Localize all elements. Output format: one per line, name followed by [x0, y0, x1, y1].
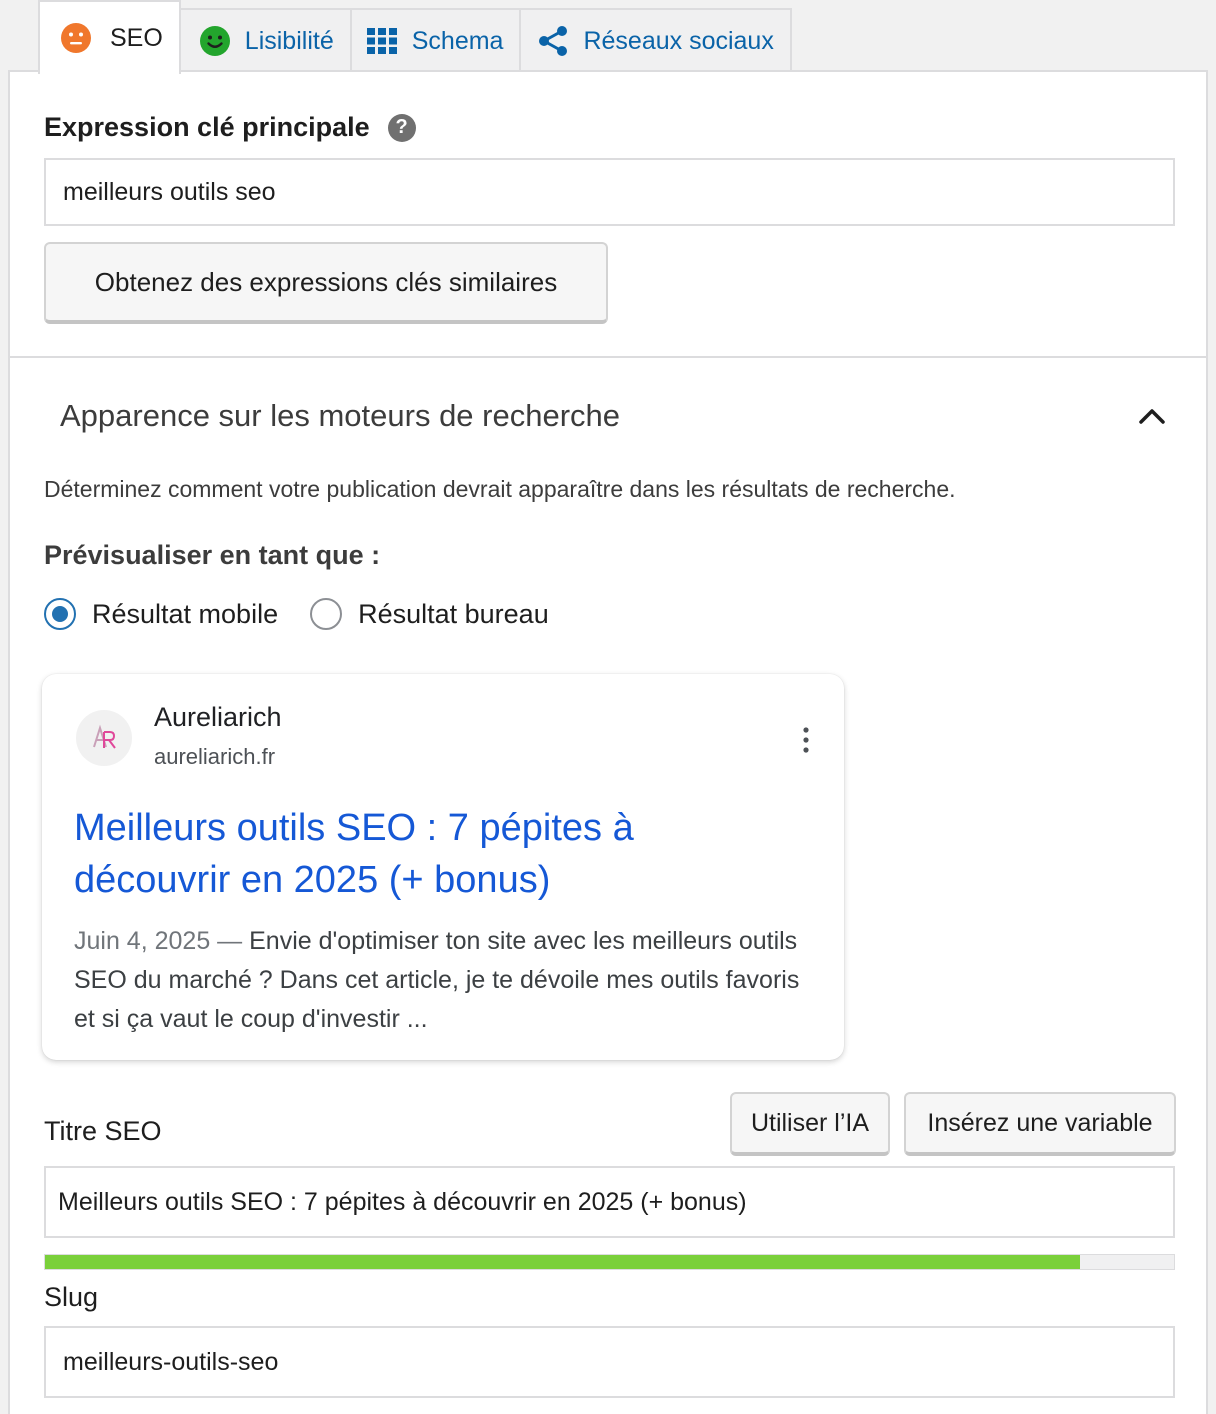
seo-title-label: Titre SEO: [44, 1116, 162, 1146]
preview-date: Juin 4, 2025: [74, 927, 211, 955]
desktop-result-radio[interactable]: [310, 598, 343, 630]
site-favicon: [76, 710, 132, 766]
kebab-menu-icon[interactable]: [800, 726, 812, 754]
chevron-up-icon[interactable]: [1136, 402, 1168, 430]
preview-as-label: Prévisualiser en tant que :: [44, 540, 381, 570]
focus-keyphrase-value: meilleurs outils seo: [63, 177, 276, 206]
tab-label: Lisibilité: [244, 26, 334, 55]
grid-icon: [366, 25, 398, 57]
search-appearance-title[interactable]: Apparence sur les moteurs de recherche: [60, 398, 620, 434]
preview-snippet: Juin 4, 2025 — Envie d'optimiser ton sit…: [74, 922, 814, 1039]
focus-keyphrase-section: Expression clé principale ? meilleurs ou…: [10, 72, 1206, 358]
google-preview-card: Aureliarich aureliarich.fr Meilleurs out…: [42, 674, 844, 1060]
tab-label: SEO: [110, 23, 163, 52]
slug-input[interactable]: meilleurs-outils-seo: [44, 1326, 1175, 1398]
orange-neutral-face-icon: [60, 22, 92, 54]
preview-separator: —: [217, 927, 243, 955]
preview-mode-radios: Résultat mobile Résultat bureau: [44, 598, 549, 630]
green-smiley-face-icon: [199, 25, 231, 57]
desktop-result-label[interactable]: Résultat bureau: [358, 599, 549, 630]
tab-seo[interactable]: SEO: [38, 0, 181, 74]
site-logo-icon: [93, 724, 116, 749]
search-appearance-description: Déterminez comment votre publication dev…: [44, 476, 956, 502]
focus-keyphrase-label-row: Expression clé principale ?: [44, 112, 416, 143]
tab-social[interactable]: Réseaux sociaux: [519, 8, 792, 72]
site-url: aureliarich.fr: [154, 744, 276, 769]
progress-fill: [45, 1255, 1081, 1269]
focus-keyphrase-label: Expression clé principale: [44, 112, 370, 142]
focus-keyphrase-input[interactable]: meilleurs outils seo: [44, 158, 1175, 226]
metabox-tabs: SEO Lisibilité Schema Réseaux sociaux: [38, 0, 792, 74]
seo-title-length-progress: [44, 1254, 1175, 1270]
seo-title-input[interactable]: Meilleurs outils SEO : 7 pépites à décou…: [44, 1166, 1175, 1238]
insert-variable-button[interactable]: Insérez une variable: [904, 1092, 1176, 1156]
mobile-result-radio[interactable]: [44, 598, 76, 630]
related-keyphrases-button[interactable]: Obtenez des expressions clés similaires: [44, 242, 608, 324]
seo-panel: Expression clé principale ? meilleurs ou…: [8, 70, 1208, 1414]
tab-label: Schema: [411, 26, 504, 55]
mobile-result-label[interactable]: Résultat mobile: [92, 599, 278, 630]
insert-variable-label: Insérez une variable: [927, 1108, 1153, 1137]
slug-value: meilleurs-outils-seo: [63, 1347, 279, 1376]
use-ai-label: Utiliser l’IA: [750, 1108, 870, 1137]
question-mark-icon[interactable]: ?: [387, 113, 416, 142]
preview-title-link[interactable]: Meilleurs outils SEO : 7 pépites à décou…: [74, 802, 794, 906]
tab-label: Réseaux sociaux: [583, 26, 774, 55]
slug-label: Slug: [44, 1282, 99, 1312]
seo-title-value: Meilleurs outils SEO : 7 pépites à décou…: [58, 1187, 747, 1216]
share-icon: [537, 25, 569, 57]
related-keyphrases-label: Obtenez des expressions clés similaires: [94, 266, 558, 297]
site-name: Aureliarich: [154, 702, 282, 732]
tab-schema[interactable]: Schema: [349, 8, 522, 72]
use-ai-button[interactable]: Utiliser l’IA: [730, 1092, 890, 1156]
tab-readability[interactable]: Lisibilité: [178, 8, 352, 72]
